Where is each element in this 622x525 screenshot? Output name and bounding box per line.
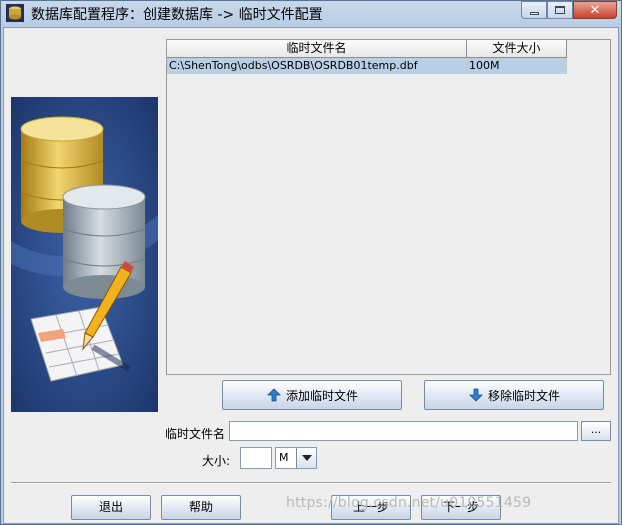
temp-file-name-label: 临时文件名	[165, 427, 226, 441]
column-header-file-size[interactable]: 文件大小	[467, 40, 567, 58]
title-bar[interactable]: 数据库配置程序：创建数据库 -> 临时文件配置 ✕	[1, 1, 621, 27]
size-unit-value: M	[279, 451, 289, 464]
client-area: 临时文件名 文件大小 C:\ShenTong\odbs\OSRDB\OSRDB0…	[3, 27, 619, 524]
database-app-icon	[6, 4, 24, 22]
browse-button[interactable]: ...	[581, 421, 611, 441]
size-unit-select[interactable]: M	[275, 447, 317, 469]
size-label: 大小:	[202, 454, 231, 468]
dropdown-button[interactable]	[296, 448, 316, 468]
remove-temp-file-button[interactable]: 移除临时文件	[424, 380, 604, 410]
divider	[11, 482, 611, 484]
cell-file-size: 100M	[467, 58, 567, 74]
temp-file-table[interactable]: 临时文件名 文件大小 C:\ShenTong\odbs\OSRDB\OSRDB0…	[166, 39, 611, 375]
add-temp-file-button[interactable]: 添加临时文件	[222, 380, 402, 410]
watermark: https://blog.csdn.net/u010551459	[286, 495, 532, 511]
remove-temp-file-label: 移除临时文件	[487, 388, 560, 403]
minimize-icon	[529, 11, 539, 15]
remove-arrow-icon	[469, 388, 483, 402]
close-icon: ✕	[589, 2, 601, 18]
size-input[interactable]	[240, 447, 272, 469]
maximize-icon	[555, 6, 565, 14]
table-header: 临时文件名 文件大小	[167, 40, 567, 58]
minimize-button[interactable]	[521, 1, 547, 19]
window-title: 数据库配置程序：创建数据库 -> 临时文件配置	[31, 7, 323, 23]
help-button[interactable]: 帮助	[161, 495, 241, 520]
database-illustration	[11, 97, 158, 412]
close-button[interactable]: ✕	[573, 1, 617, 19]
add-arrow-icon	[267, 388, 281, 402]
column-header-file-name[interactable]: 临时文件名	[167, 40, 467, 58]
maximize-button[interactable]	[547, 1, 573, 19]
cell-file-name: C:\ShenTong\odbs\OSRDB\OSRDB01temp.dbf	[167, 58, 467, 74]
exit-button[interactable]: 退出	[71, 495, 151, 520]
add-temp-file-label: 添加临时文件	[285, 388, 358, 403]
chevron-down-icon	[301, 455, 312, 461]
app-window: 数据库配置程序：创建数据库 -> 临时文件配置 ✕ 临时文件名 文件大小 C:\…	[0, 0, 622, 525]
temp-file-name-input[interactable]	[229, 421, 578, 441]
table-row[interactable]: C:\ShenTong\odbs\OSRDB\OSRDB01temp.dbf 1…	[167, 58, 567, 74]
window-controls: ✕	[521, 1, 617, 19]
